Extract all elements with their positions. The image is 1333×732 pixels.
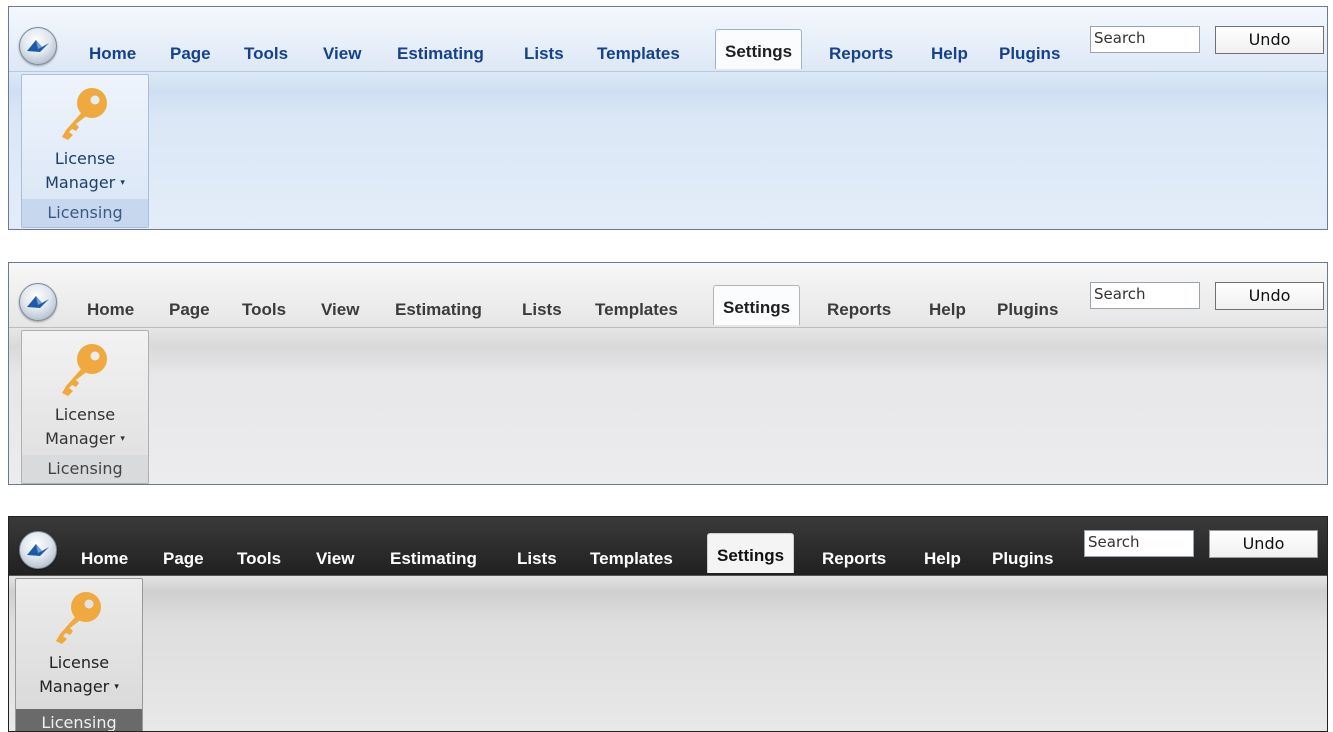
tab-plugins[interactable]: Plugins: [997, 300, 1058, 320]
tab-settings[interactable]: Settings: [713, 285, 801, 325]
tab-page[interactable]: Page: [163, 549, 204, 569]
tab-lists[interactable]: Lists: [517, 549, 557, 569]
undo-button[interactable]: Undo: [1215, 282, 1324, 310]
dropdown-caret-icon: ▾: [120, 434, 125, 444]
tab-tools[interactable]: Tools: [237, 549, 281, 569]
license-manager-label-2[interactable]: Manager ▾: [22, 427, 148, 451]
tab-help[interactable]: Help: [929, 300, 966, 320]
tab-help[interactable]: Help: [931, 44, 968, 64]
tab-tools[interactable]: Tools: [242, 300, 286, 320]
tab-reports[interactable]: Reports: [829, 44, 893, 64]
ribbon-panel: License Manager ▾ Licensing: [9, 575, 1327, 731]
tab-home[interactable]: Home: [89, 44, 136, 64]
tab-view[interactable]: View: [323, 44, 361, 64]
group-label-licensing: Licensing: [22, 455, 148, 483]
tab-reports[interactable]: Reports: [827, 300, 891, 320]
licensing-group: License Manager ▾ Licensing: [21, 74, 149, 228]
license-manager-label-2[interactable]: Manager ▾: [16, 675, 142, 699]
tab-estimating[interactable]: Estimating: [397, 44, 484, 64]
ribbon-dark-theme: Home Page Tools View Estimating Lists Te…: [8, 516, 1328, 732]
key-icon[interactable]: [58, 341, 112, 404]
tab-reports[interactable]: Reports: [822, 549, 886, 569]
ribbon-panel: License Manager ▾ Licensing: [9, 71, 1327, 229]
app-orb-icon[interactable]: [19, 27, 57, 65]
tab-estimating[interactable]: Estimating: [390, 549, 477, 569]
tab-view[interactable]: View: [321, 300, 359, 320]
license-manager-label[interactable]: License: [16, 651, 142, 675]
dropdown-caret-icon: ▾: [120, 178, 125, 188]
ribbon-silver-theme: Home Page Tools View Estimating Lists Te…: [8, 262, 1328, 485]
tab-settings[interactable]: Settings: [707, 533, 795, 573]
tab-plugins[interactable]: Plugins: [999, 44, 1060, 64]
search-input[interactable]: Search: [1084, 530, 1194, 557]
tab-lists[interactable]: Lists: [522, 300, 562, 320]
tab-templates[interactable]: Templates: [597, 44, 680, 64]
licensing-group: License Manager ▾ Licensing: [15, 578, 143, 731]
license-manager-line2: Manager: [39, 677, 110, 696]
app-orb-icon[interactable]: [19, 531, 57, 569]
tab-estimating[interactable]: Estimating: [395, 300, 482, 320]
tab-bar: Home Page Tools View Estimating Lists Te…: [9, 517, 1327, 581]
license-manager-line2: Manager: [45, 429, 116, 448]
ribbon-blue-theme: Home Page Tools View Estimating Lists Te…: [8, 6, 1328, 230]
key-icon[interactable]: [58, 85, 112, 148]
tab-view[interactable]: View: [316, 549, 354, 569]
tab-templates[interactable]: Templates: [590, 549, 673, 569]
dropdown-caret-icon: ▾: [114, 682, 119, 692]
tab-help[interactable]: Help: [924, 549, 961, 569]
tab-home[interactable]: Home: [87, 300, 134, 320]
licensing-group: License Manager ▾ Licensing: [21, 330, 149, 484]
ribbon-panel: License Manager ▾ Licensing: [9, 327, 1327, 484]
tab-tools[interactable]: Tools: [244, 44, 288, 64]
group-label-licensing: Licensing: [22, 199, 148, 227]
undo-button[interactable]: Undo: [1209, 530, 1318, 558]
license-manager-label-2[interactable]: Manager ▾: [22, 171, 148, 195]
key-icon[interactable]: [52, 589, 106, 652]
group-label-licensing: Licensing: [16, 709, 142, 731]
undo-button[interactable]: Undo: [1215, 26, 1324, 54]
app-orb-icon[interactable]: [19, 283, 57, 321]
tab-page[interactable]: Page: [169, 300, 210, 320]
license-manager-line2: Manager: [45, 173, 116, 192]
tab-page[interactable]: Page: [170, 44, 211, 64]
tab-settings[interactable]: Settings: [715, 29, 803, 69]
tab-bar: Home Page Tools View Estimating Lists Te…: [9, 263, 1327, 327]
tab-bar: Home Page Tools View Estimating Lists Te…: [9, 7, 1327, 71]
license-manager-label[interactable]: License: [22, 403, 148, 427]
tab-templates[interactable]: Templates: [595, 300, 678, 320]
search-input[interactable]: Search: [1090, 26, 1200, 53]
tab-plugins[interactable]: Plugins: [992, 549, 1053, 569]
tab-home[interactable]: Home: [81, 549, 128, 569]
tab-lists[interactable]: Lists: [524, 44, 564, 64]
license-manager-label[interactable]: License: [22, 147, 148, 171]
search-input[interactable]: Search: [1090, 282, 1200, 309]
